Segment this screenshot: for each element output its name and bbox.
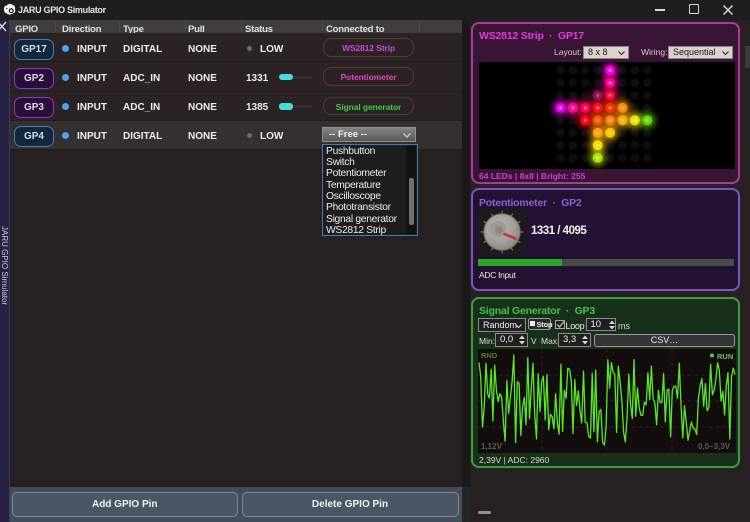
svg-text:1,12V: 1,12V bbox=[481, 442, 503, 451]
svg-text:RND: RND bbox=[481, 351, 498, 360]
svg-text:0,0–3,3V: 0,0–3,3V bbox=[698, 442, 731, 451]
svg-text:RUN: RUN bbox=[717, 352, 733, 361]
